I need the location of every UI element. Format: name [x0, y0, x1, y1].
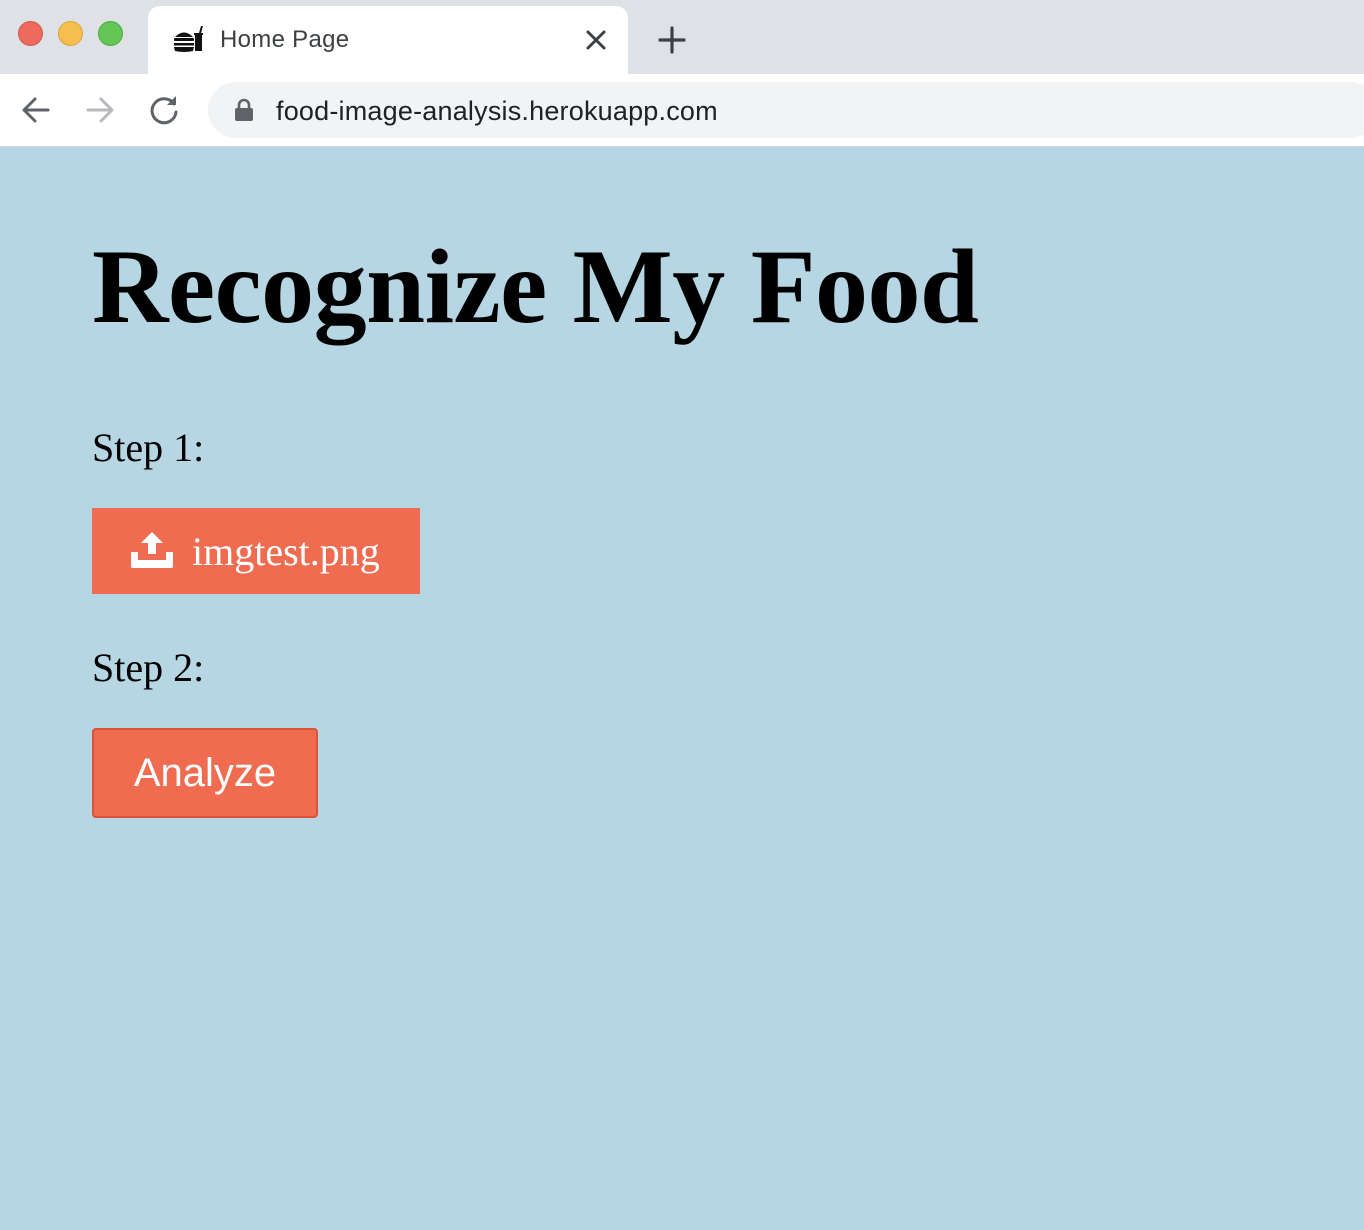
- browser-tab[interactable]: Home Page: [148, 6, 628, 74]
- page-content: Recognize My Food Step 1: imgtest.png St…: [0, 148, 1364, 1230]
- food-burger-drink-icon: [174, 26, 203, 52]
- back-arrow-icon[interactable]: [18, 92, 54, 128]
- close-icon[interactable]: [582, 26, 610, 54]
- upload-file-name: imgtest.png: [192, 529, 380, 574]
- reload-icon[interactable]: [146, 92, 182, 128]
- browser-toolbar: food-image-analysis.herokuapp.com: [0, 74, 1364, 147]
- step-1-label: Step 1:: [92, 425, 205, 470]
- page-title: Recognize My Food: [92, 228, 979, 345]
- window-minimize-button[interactable]: [58, 21, 83, 46]
- window-maximize-button[interactable]: [98, 21, 123, 46]
- upload-icon: [131, 532, 173, 568]
- plus-icon[interactable]: [656, 24, 688, 56]
- step-2-label: Step 2:: [92, 645, 205, 690]
- address-bar[interactable]: food-image-analysis.herokuapp.com: [208, 82, 1364, 138]
- tab-title: Home Page: [220, 26, 350, 53]
- window-close-button[interactable]: [18, 21, 43, 46]
- upload-file-button[interactable]: imgtest.png: [92, 508, 420, 594]
- analyze-button[interactable]: Analyze: [92, 728, 318, 818]
- forward-arrow-icon[interactable]: [82, 92, 118, 128]
- lock-icon: [235, 98, 253, 121]
- browser-tab-strip: Home Page: [0, 0, 1364, 74]
- url-text: food-image-analysis.herokuapp.com: [276, 96, 718, 126]
